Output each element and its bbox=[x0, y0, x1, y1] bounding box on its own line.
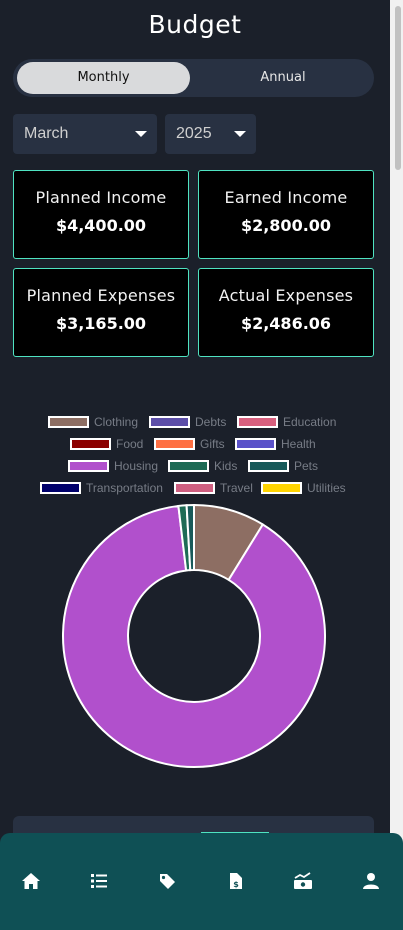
legend-swatch bbox=[68, 460, 109, 472]
scrollbar-thumb[interactable] bbox=[395, 6, 401, 170]
planned-income-card: Planned Income $4,400.00 bbox=[13, 170, 189, 259]
month-select-value: March bbox=[24, 125, 69, 142]
legend-swatch bbox=[248, 460, 289, 472]
legend-label: Transportation bbox=[86, 481, 163, 495]
nav-savings[interactable] bbox=[293, 872, 313, 890]
legend-label: Housing bbox=[114, 459, 159, 473]
legend-swatch bbox=[48, 416, 89, 428]
planned-income-label: Planned Income bbox=[35, 188, 167, 207]
legend-label: Utilities bbox=[307, 481, 346, 495]
chevron-down-icon bbox=[234, 131, 246, 137]
home-icon bbox=[22, 873, 40, 889]
monthly-toggle-button[interactable]: Monthly bbox=[17, 62, 190, 94]
list-icon bbox=[91, 874, 107, 888]
earned-income-card: Earned Income $2,800.00 bbox=[198, 170, 374, 259]
legend-swatch bbox=[154, 438, 195, 450]
nav-profile[interactable] bbox=[361, 872, 381, 890]
nav-bills[interactable]: $ bbox=[226, 872, 246, 890]
legend-swatch bbox=[261, 482, 302, 494]
legend-label: Clothing bbox=[94, 415, 139, 429]
svg-text:$: $ bbox=[233, 880, 239, 889]
nav-home[interactable] bbox=[21, 872, 41, 890]
actual-expenses-card: Actual Expenses $2,486.06 bbox=[198, 268, 374, 357]
legend-label: Food bbox=[116, 437, 144, 451]
period-toggle: Monthly Annual bbox=[13, 59, 374, 97]
planned-expenses-card: Planned Expenses $3,165.00 bbox=[13, 268, 189, 357]
planned-expenses-label: Planned Expenses bbox=[26, 286, 176, 305]
year-select-value: 2025 bbox=[176, 125, 212, 142]
money-chart-icon bbox=[294, 872, 312, 889]
month-select[interactable]: March bbox=[13, 114, 157, 154]
tag-icon bbox=[160, 874, 175, 889]
legend-swatch bbox=[40, 482, 81, 494]
legend-label: Kids bbox=[214, 459, 238, 473]
planned-income-value: $4,400.00 bbox=[55, 216, 147, 235]
planned-expenses-value: $3,165.00 bbox=[55, 314, 147, 333]
invoice-icon: $ bbox=[230, 873, 242, 889]
nav-list[interactable] bbox=[90, 872, 110, 890]
legend-label: Debts bbox=[195, 415, 227, 429]
expense-donut-chart bbox=[62, 503, 326, 768]
actual-expenses-value: $2,486.06 bbox=[240, 314, 332, 333]
legend-label: Gifts bbox=[200, 437, 225, 451]
bottom-nav-bar bbox=[0, 833, 403, 930]
legend-label: Travel bbox=[220, 481, 253, 495]
legend-swatch bbox=[174, 482, 215, 494]
earned-income-label: Earned Income bbox=[224, 188, 348, 207]
legend-label: Education bbox=[283, 415, 337, 429]
year-select[interactable]: 2025 bbox=[165, 114, 256, 154]
chevron-down-icon bbox=[135, 131, 147, 137]
legend-swatch bbox=[70, 438, 111, 450]
annual-toggle-button[interactable]: Annual bbox=[198, 62, 368, 94]
legend-swatch bbox=[149, 416, 190, 428]
legend-swatch bbox=[235, 438, 276, 450]
legend-swatch bbox=[168, 460, 209, 472]
nav-categories[interactable] bbox=[158, 872, 178, 890]
user-icon bbox=[363, 873, 379, 889]
legend-label: Pets bbox=[294, 459, 319, 473]
earned-income-value: $2,800.00 bbox=[240, 216, 332, 235]
page-title: Budget bbox=[148, 10, 242, 39]
legend-label: Health bbox=[281, 437, 316, 451]
legend-swatch bbox=[237, 416, 278, 428]
actual-expenses-label: Actual Expenses bbox=[218, 286, 354, 305]
